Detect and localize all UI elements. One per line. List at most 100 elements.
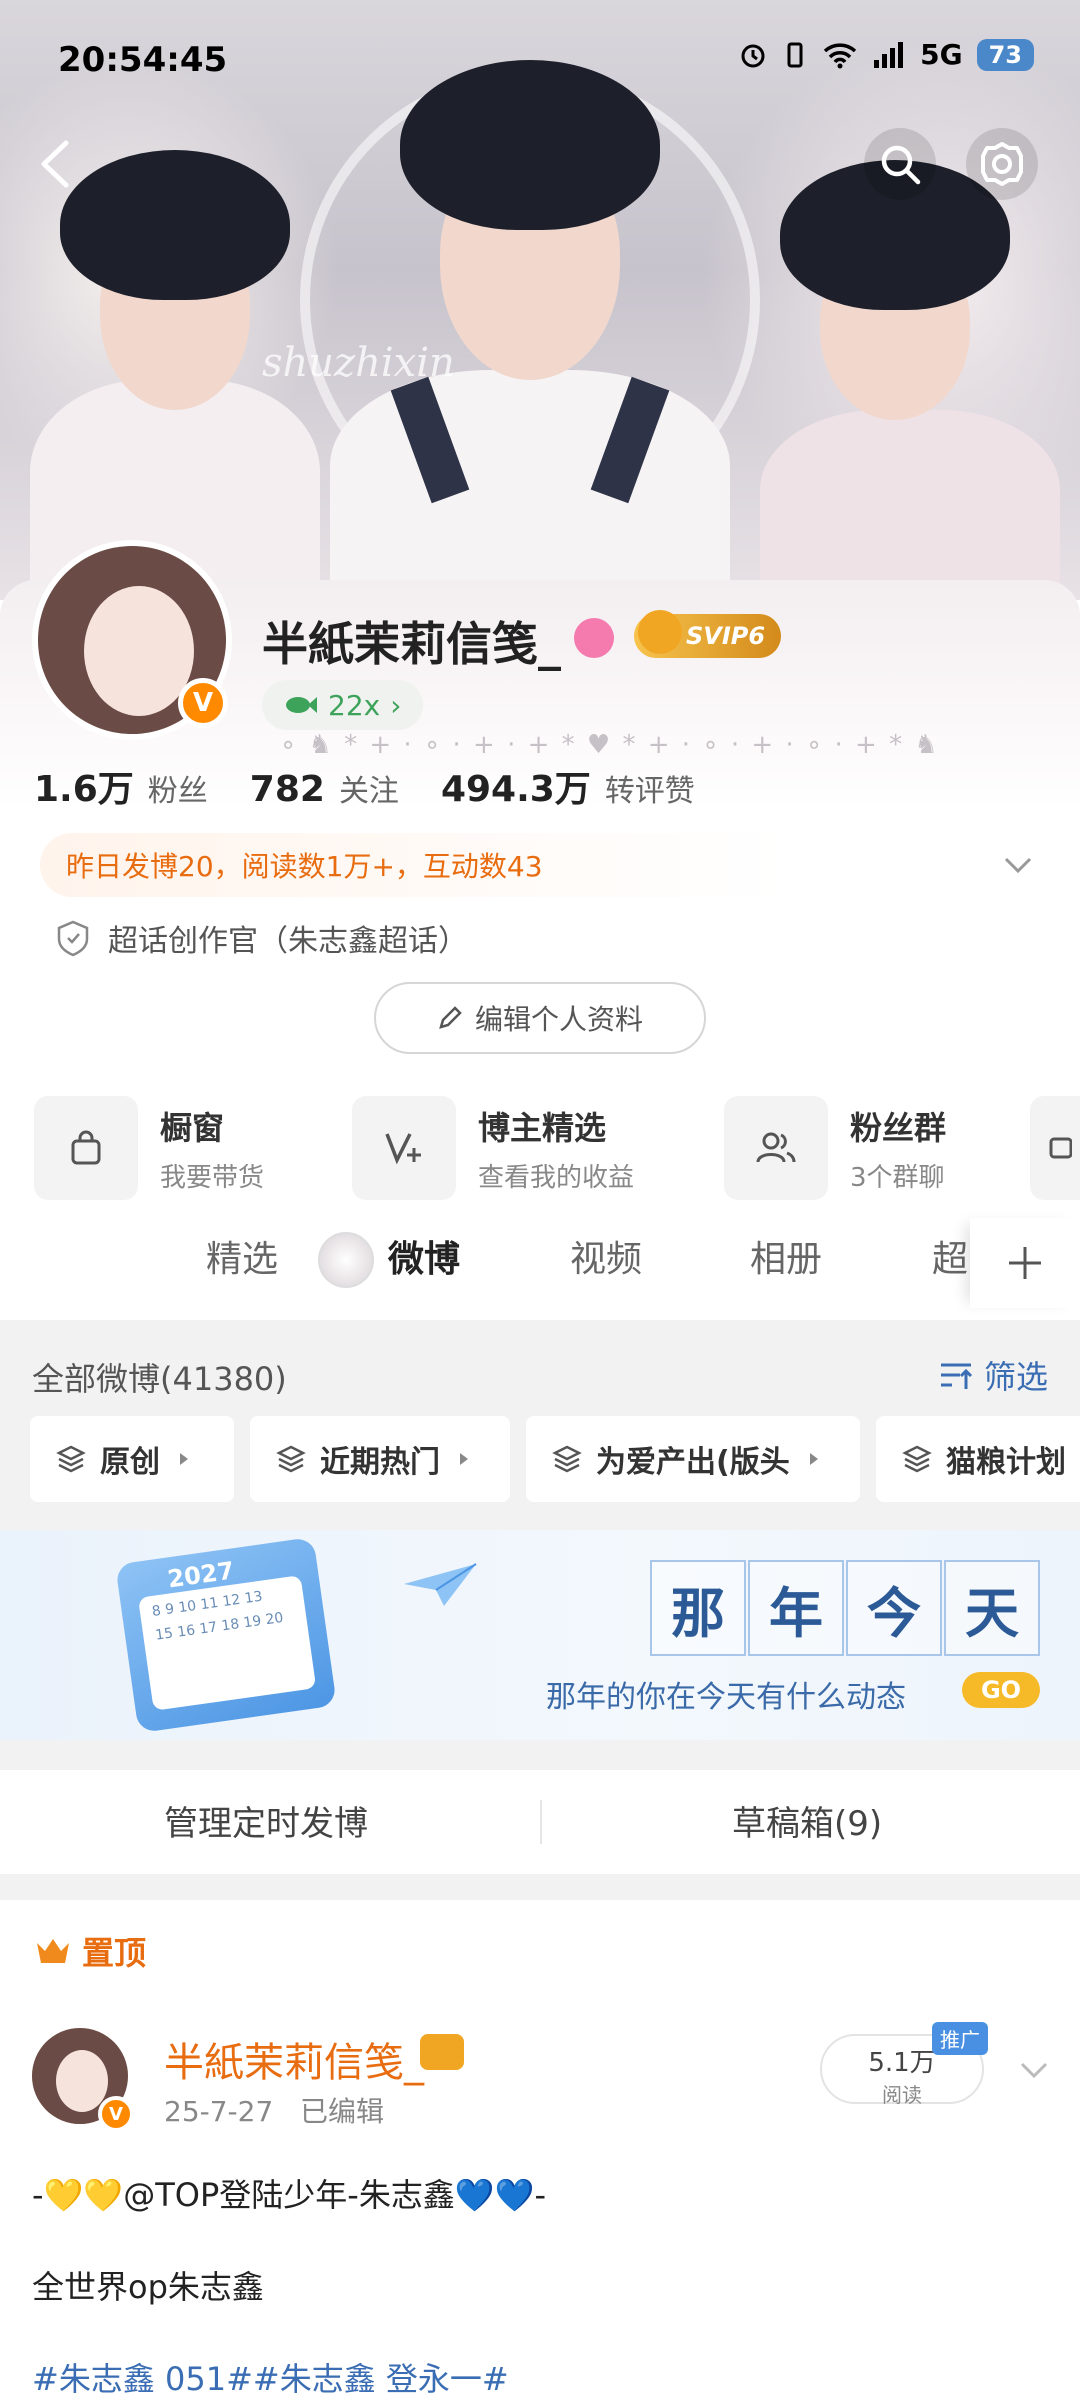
- banner-watermark: shuzhixin: [262, 340, 455, 386]
- decorative-divider: ∘ ♞ * + · ∘ · + · + * ♥ * + · ∘ · + · ∘ …: [280, 730, 940, 760]
- tab-weibo[interactable]: 微博: [388, 1230, 460, 1282]
- feature-shortcuts: 橱窗我要带货 博主精选查看我的收益 粉丝群 3个群聊: [0, 1096, 1080, 1206]
- back-arrow-icon: [41, 140, 69, 188]
- alarm-icon: [741, 44, 765, 67]
- feature-subtitle: 查看我的收益: [478, 1162, 635, 1193]
- chip-original[interactable]: 原创: [30, 1416, 234, 1502]
- feature-subtitle: 我要带货: [160, 1162, 265, 1193]
- status-time: 20:54:45: [58, 40, 228, 80]
- group-icon: [756, 1132, 796, 1163]
- crown-icon: [638, 610, 682, 654]
- feature-creator-picks[interactable]: 博主精选查看我的收益: [352, 1096, 634, 1200]
- back-button[interactable]: [20, 128, 92, 200]
- user-tag-icon[interactable]: [574, 618, 614, 658]
- vibrate-icon: [787, 42, 803, 67]
- stat-fans[interactable]: 1.6万 粉丝: [34, 760, 208, 812]
- search-icon: [881, 145, 921, 185]
- feature-title: 橱窗: [160, 1108, 225, 1147]
- wifi-icon: [823, 42, 857, 68]
- fish-icon: [286, 697, 317, 713]
- pinned-label: 置顶: [34, 1928, 146, 1974]
- layers-icon: [56, 1445, 86, 1473]
- svip-label: SVIP6: [686, 622, 766, 650]
- drafts-button[interactable]: 草稿箱(9): [732, 1796, 882, 1845]
- v-plus-icon: [385, 1133, 421, 1165]
- manage-bar: 管理定时发博 草稿箱(9): [0, 1770, 1080, 1874]
- profile-name: 半紙茉莉信笺_: [262, 617, 561, 671]
- go-button[interactable]: GO: [962, 1672, 1040, 1708]
- chevron-right-icon: ›: [390, 688, 402, 722]
- feature-shop-window[interactable]: 橱窗 我要带货: [34, 1096, 264, 1200]
- settings-button[interactable]: [966, 128, 1038, 200]
- post-author-name[interactable]: 半紙茉莉信笺_: [164, 2030, 424, 2088]
- feature-title: 粉丝群: [850, 1108, 947, 1147]
- title-char: 那: [650, 1560, 746, 1656]
- on-this-day-title: 那 年 今 天: [650, 1560, 1042, 1656]
- chip-label: 猫粮计划: [946, 1445, 1066, 1480]
- chip-recent-hot[interactable]: 近期热门: [250, 1416, 510, 1502]
- stat-following[interactable]: 782 关注: [250, 766, 399, 810]
- filter-button[interactable]: 筛选: [938, 1352, 1048, 1398]
- post-edited: 已编辑: [299, 2095, 384, 2128]
- pinned-text: 置顶: [82, 1934, 147, 1972]
- verified-badge-icon: V: [98, 2096, 134, 2132]
- crown-icon: [37, 1939, 69, 1963]
- banner-person-center: [320, 40, 740, 600]
- yesterday-summary-text: 昨日发博20，阅读数1万+，互动数43: [66, 850, 543, 883]
- post-text-line: -💛💛@TOP登陆少年-朱志鑫💙💙-: [32, 2176, 547, 2214]
- member-crown-icon: [420, 2034, 464, 2070]
- filter-icon: [940, 1363, 973, 1389]
- tab-album[interactable]: 相册: [750, 1230, 822, 1282]
- chip-label: 为爱产出(版头: [596, 1445, 790, 1480]
- promote-tag[interactable]: 推广: [932, 2022, 988, 2055]
- signal-icon: [874, 41, 904, 68]
- divider: [540, 1800, 542, 1844]
- stat-likes[interactable]: 494.3万 转评赞: [441, 760, 695, 812]
- chip-label: 原创: [100, 1445, 160, 1480]
- chevron-down-icon[interactable]: [1014, 2050, 1054, 2090]
- tab-decoration-icon: [318, 1232, 374, 1288]
- verified-badge-icon: V: [178, 678, 228, 728]
- title-char: 今: [846, 1560, 942, 1656]
- chip-label: 近期热门: [320, 1445, 440, 1480]
- feature-title: 博主精选: [478, 1108, 607, 1147]
- post-text-line: 全世界op朱志鑫: [32, 2268, 264, 2306]
- scheduled-posts-button[interactable]: 管理定时发博: [164, 1796, 368, 1845]
- svip-badge[interactable]: SVIP6: [634, 610, 782, 658]
- post-date: 25-7-27: [164, 2095, 274, 2128]
- read-label: 阅读: [882, 2083, 922, 2107]
- edit-profile-button[interactable]: 编辑个人资料: [374, 982, 706, 1054]
- shield-icon: [57, 920, 89, 957]
- search-button[interactable]: [864, 128, 936, 200]
- chaohua-creator[interactable]: 超话创作官（朱志鑫超话）: [56, 916, 468, 960]
- star-badge-icon: [1049, 1137, 1072, 1159]
- pinned-post[interactable]: 置顶 V 半紙茉莉信笺_ 25-7-27 已编辑 5.1万 阅读 推广 -💛💛@…: [0, 1900, 1080, 2400]
- paper-plane-icon: [404, 1563, 477, 1606]
- tab-super[interactable]: 超: [932, 1230, 968, 1282]
- tab-video[interactable]: 视频: [570, 1230, 642, 1282]
- chevron-down-icon: [1004, 857, 1032, 874]
- chaohua-text: 超话创作官（朱志鑫超话）: [108, 924, 468, 959]
- category-chips: 原创 近期热门 为爱产出(版头 猫粮计划: [30, 1416, 1080, 1506]
- add-tab-button[interactable]: [970, 1218, 1080, 1308]
- calendar-illustration-icon: 2027 8 9 10 11 12 13 15 16 17 18 19 20: [115, 1536, 337, 1734]
- chip-fan-creation[interactable]: 为爱产出(版头: [526, 1416, 860, 1502]
- feature-more[interactable]: [1030, 1096, 1080, 1200]
- all-weibo-count: 全部微博(41380): [32, 1360, 287, 1398]
- layers-icon: [552, 1445, 582, 1473]
- on-this-day-subtitle: 那年的你在今天有什么动态: [546, 1680, 906, 1715]
- on-this-day-banner[interactable]: 2027 8 9 10 11 12 13 15 16 17 18 19 20 那 …: [0, 1530, 1080, 1740]
- tab-featured[interactable]: 精选: [206, 1230, 278, 1282]
- profile-tabs: 精选 微博 视频 相册 超: [0, 1210, 1080, 1310]
- yesterday-summary[interactable]: 昨日发博20，阅读数1万+，互动数43: [40, 833, 1040, 897]
- edit-profile-label: 编辑个人资料: [474, 1003, 643, 1036]
- title-char: 天: [944, 1560, 1040, 1656]
- post-hashtags[interactable]: #朱志鑫 051##朱志鑫 登永一#: [32, 2354, 509, 2400]
- chip-cat-food-plan[interactable]: 猫粮计划: [876, 1416, 1080, 1502]
- fans-fish-count: 22x: [328, 688, 381, 722]
- layers-icon: [902, 1445, 932, 1473]
- feature-fan-group[interactable]: 粉丝群 3个群聊: [724, 1096, 946, 1200]
- title-char: 年: [748, 1560, 844, 1656]
- fans-fish-badge[interactable]: 22x ›: [262, 680, 424, 730]
- battery-indicator: 73: [976, 38, 1034, 71]
